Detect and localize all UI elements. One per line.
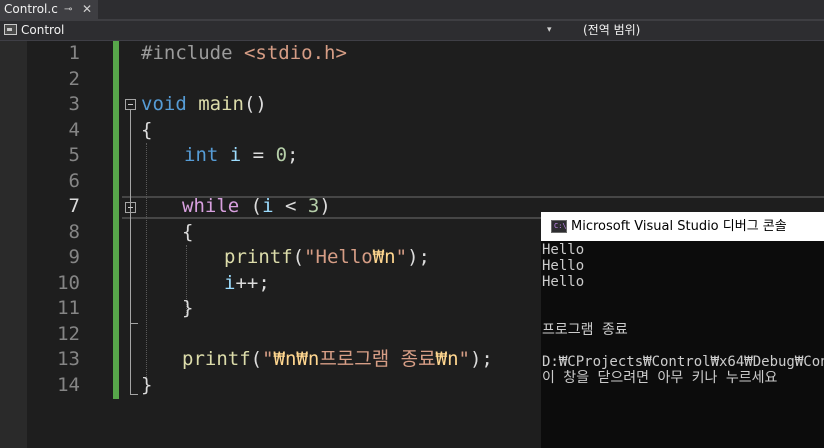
string-token: " — [395, 246, 408, 268]
paren-token: ( — [250, 348, 263, 370]
number-token: 3 — [307, 195, 320, 217]
member-scope-dropdown[interactable]: (전역 범위) — [583, 21, 640, 40]
code-line-3: void main() — [141, 92, 267, 118]
console-line: Hello — [542, 242, 585, 258]
variable-token: i — [229, 144, 242, 166]
string-token: " — [262, 348, 274, 370]
console-icon: C:\ — [551, 220, 567, 233]
paren-token: ) — [319, 195, 331, 217]
code-line-11: } — [182, 297, 194, 319]
document-tab-bar: Control.c ⊸ ✕ — [0, 0, 824, 19]
string-token: " — [458, 348, 470, 370]
function-call-token: printf — [224, 246, 293, 268]
line-number: 14 — [57, 373, 80, 396]
outline-end-while — [130, 323, 138, 324]
line-number: 13 — [57, 348, 80, 370]
console-icon-label: C:\ — [554, 222, 567, 230]
code-line-10: i++; — [224, 271, 270, 297]
change-tracking-bar — [113, 41, 119, 399]
paren-token: ); — [407, 246, 430, 268]
operator-token: < — [273, 195, 308, 217]
line-number: 8 — [68, 220, 80, 243]
header-token: <stdio.h> — [243, 42, 347, 64]
tab-filename: Control.c — [4, 2, 58, 16]
close-icon[interactable]: ✕ — [82, 0, 92, 19]
line-number: 2 — [68, 67, 80, 90]
paren-token: ( — [292, 246, 305, 268]
outline-line-main — [130, 110, 131, 394]
console-output: Hello Hello Hello 프로그램 종료 D:₩CProjects₩C… — [542, 242, 824, 386]
string-token: "Hello — [304, 246, 373, 268]
variable-token: i — [262, 195, 274, 217]
outline-end-main — [130, 394, 138, 395]
line-number: 12 — [57, 322, 80, 345]
operator-token: = — [241, 144, 276, 166]
function-name-token: main — [198, 93, 244, 115]
line-number: 6 — [68, 169, 80, 192]
keyword-token: void — [141, 93, 187, 115]
project-icon — [4, 24, 17, 35]
project-scope-dropdown[interactable]: Control ▾ — [0, 21, 562, 40]
paren-token: ( — [239, 195, 263, 217]
console-line: D:₩CProjects₩Control₩x64₩Debug₩Cont — [542, 354, 824, 370]
line-number: 5 — [68, 144, 80, 166]
pin-icon[interactable]: ⊸ — [64, 0, 72, 19]
collapse-main-icon[interactable] — [125, 99, 136, 110]
code-line-4: { — [141, 118, 153, 141]
line-number: 3 — [68, 93, 80, 115]
console-line: 프로그램 종료 — [542, 322, 628, 338]
code-line-9: printf("Hello₩n"); — [224, 245, 430, 271]
code-line-5: int i = 0; — [184, 143, 298, 169]
escape-token: ₩n₩n — [273, 348, 320, 370]
console-line: Hello — [542, 274, 585, 290]
string-token: 프로그램 종료 — [319, 348, 436, 370]
line-number: 1 — [68, 42, 80, 64]
chevron-down-icon[interactable]: ▾ — [547, 21, 552, 40]
tab-control-c[interactable]: Control.c ⊸ ✕ — [0, 0, 98, 19]
line-number: 4 — [68, 118, 80, 141]
line-number: 11 — [57, 297, 80, 319]
indent-guide — [146, 143, 147, 379]
code-line-8: { — [182, 220, 194, 243]
debug-console-window[interactable]: C:\ Microsoft Visual Studio 디버그 콘솔 Hello… — [541, 212, 824, 448]
glyph-margin — [0, 41, 27, 448]
directive-token: #include — [141, 42, 233, 64]
number-token: 0 — [275, 144, 288, 166]
control-keyword-token: while — [182, 195, 240, 217]
line-number: 9 — [68, 246, 80, 268]
escape-token: ₩n — [435, 348, 459, 370]
paren-token: ); — [469, 348, 493, 370]
navigation-bar: Control ▾ (전역 범위) — [0, 21, 824, 41]
semicolon-token: ; — [287, 144, 299, 166]
parens-token: () — [243, 93, 267, 115]
console-line: 이 창을 닫으려면 아무 키나 누르세요 — [542, 370, 778, 386]
console-title: Microsoft Visual Studio 디버그 콘솔 — [571, 219, 787, 234]
keyword-token: int — [184, 144, 219, 166]
code-line-13: printf("₩n₩n프로그램 종료₩n"); — [182, 347, 493, 373]
code-line-1: #include <stdio.h> — [141, 41, 347, 67]
collapse-while-icon[interactable] — [125, 202, 136, 213]
line-number: 10 — [57, 271, 80, 294]
console-title-bar[interactable]: C:\ Microsoft Visual Studio 디버그 콘솔 — [541, 212, 824, 241]
project-scope-label: Control — [21, 23, 65, 37]
escape-token: ₩n — [372, 246, 396, 268]
function-call-token: printf — [182, 348, 251, 370]
code-line-14: } — [141, 373, 153, 396]
line-number-current: 7 — [68, 195, 80, 217]
console-line: Hello — [542, 258, 585, 274]
code-line-7: while (i < 3) — [182, 194, 331, 220]
variable-token: i — [224, 271, 236, 294]
operator-token: ++; — [235, 271, 270, 294]
